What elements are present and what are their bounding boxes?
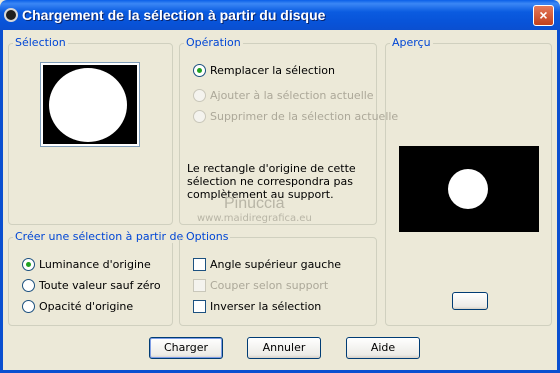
radio-any-nonzero-value[interactable]: Toute valeur sauf zéro: [22, 279, 161, 292]
checkbox-top-left-corner[interactable]: Angle supérieur gauche: [193, 258, 341, 271]
radio-button[interactable]: [22, 258, 35, 271]
watermark-url: www.maidiregrafica.eu: [197, 213, 312, 224]
watermark-name: Pinuccia: [224, 195, 285, 212]
radio-label: Toute valeur sauf zéro: [39, 279, 161, 292]
checkbox-label: Couper selon support: [210, 279, 329, 292]
selection-thumbnail-picker[interactable]: [40, 62, 140, 147]
help-button[interactable]: Aide: [346, 337, 420, 359]
checkbox[interactable]: [193, 300, 206, 313]
radio-label: Remplacer la sélection: [210, 64, 335, 77]
radio-button[interactable]: [193, 64, 206, 77]
checkbox[interactable]: [193, 258, 206, 271]
radio-button: [193, 89, 206, 102]
app-icon: [4, 8, 18, 22]
create-from-group-title: Créer une sélection à partir de :: [13, 230, 193, 243]
radio-button[interactable]: [22, 279, 35, 292]
load-button[interactable]: Charger: [149, 337, 223, 359]
radio-label: Luminance d'origine: [39, 258, 151, 271]
radio-replace-selection[interactable]: Remplacer la sélection: [193, 64, 335, 77]
checkbox-crop-to-canvas: Couper selon support: [193, 279, 328, 292]
checkbox-label: Inverser la sélection: [210, 300, 322, 313]
operation-group-title: Opération: [184, 36, 243, 49]
preview-canvas: [399, 146, 539, 232]
preview-circle-shape: [448, 169, 488, 209]
selection-thumbnail: [43, 65, 137, 144]
window-title: Chargement de la sélection à partir du d…: [22, 7, 326, 23]
window-frame-left: [0, 30, 3, 373]
radio-add-to-selection: Ajouter à la sélection actuelle: [193, 89, 374, 102]
cancel-button[interactable]: Annuler: [247, 337, 321, 359]
preview-group-title: Aperçu: [390, 36, 433, 49]
checkbox: [193, 279, 206, 292]
radio-label: Opacité d'origine: [39, 300, 134, 313]
close-button[interactable]: ×: [533, 5, 554, 26]
selection-circle-shape: [49, 68, 127, 142]
preview-refresh-button[interactable]: [452, 292, 488, 310]
radio-source-opacity[interactable]: Opacité d'origine: [22, 300, 133, 313]
title-bar: Chargement de la sélection à partir du d…: [0, 0, 560, 30]
options-group-title: Options: [184, 230, 231, 243]
checkbox-invert-selection[interactable]: Inverser la sélection: [193, 300, 321, 313]
radio-label: Supprimer de la sélection actuelle: [210, 110, 399, 123]
checkbox-label: Angle supérieur gauche: [210, 258, 342, 271]
selection-group-title: Sélection: [13, 36, 68, 49]
dropdown-arrow-icon: [130, 103, 136, 107]
radio-button[interactable]: [22, 300, 35, 313]
radio-button: [193, 110, 206, 123]
radio-label: Ajouter à la sélection actuelle: [210, 89, 374, 102]
radio-source-luminance[interactable]: Luminance d'origine: [22, 258, 151, 271]
radio-subtract-from-selection: Supprimer de la sélection actuelle: [193, 110, 398, 123]
